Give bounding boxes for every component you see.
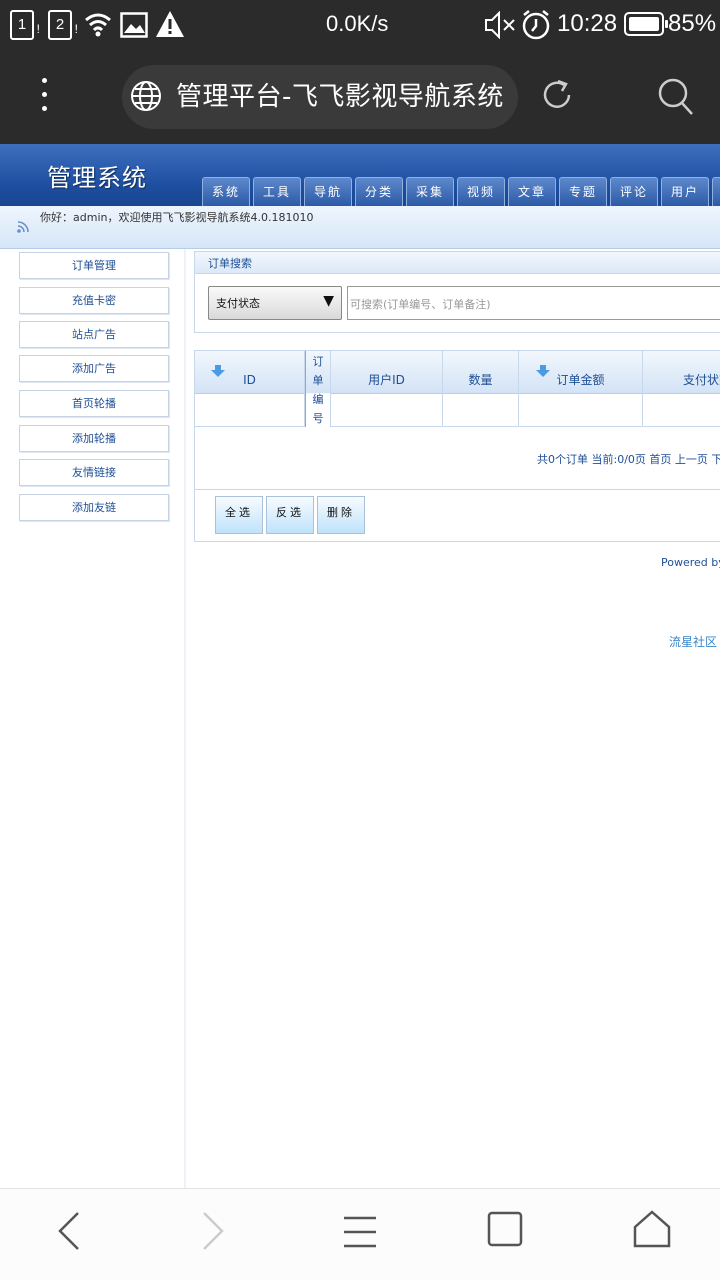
nav-tab-navigation[interactable]: 导航 [304,177,352,206]
nav-tab-comment[interactable]: 评论 [610,177,658,206]
sidebar: 订单管理 充值卡密 站点广告 添加广告 首页轮播 添加轮播 友情链接 添加友链 [0,249,186,1188]
mute-icon [485,11,515,39]
column-pay-status-label: 支付状态 [683,373,720,387]
sim-1-icon: 1 [10,10,40,42]
nav-tab-article[interactable]: 文章 [508,177,556,206]
network-speed: 0.0K/s [326,11,389,36]
sidebar-item-order-management[interactable]: 订单管理 [19,252,169,279]
delete-button[interactable]: 删除 [317,496,365,534]
home-icon[interactable] [632,1209,672,1249]
rss-icon [17,221,29,233]
nav-tab-more[interactable] [712,177,720,206]
column-quantity[interactable]: 数量 [443,351,519,394]
app-logo: 管理系统 [47,164,147,192]
table-row [195,394,720,427]
sidebar-item-add-carousel[interactable]: 添加轮播 [19,425,169,452]
table-cell [443,394,519,427]
order-table-panel: ID 订单编号 用户ID 数量 订单金额 支付状态 共0个订单 当前:0/0页 … [194,350,720,542]
alarm-icon [522,10,550,40]
sidebar-item-friend-links[interactable]: 友情链接 [19,459,169,486]
nav-tab-category[interactable]: 分类 [355,177,403,206]
image-icon [120,12,148,38]
column-pay-status[interactable]: 支付状态 [643,351,720,394]
divider [195,489,720,490]
welcome-text: 你好：admin，欢迎使用飞飞影视导航系统4.0.181010 [40,211,314,224]
menu-dots-icon[interactable] [34,78,54,116]
nav-tab-collect[interactable]: 采集 [406,177,454,206]
sidebar-item-add-ad[interactable]: 添加广告 [19,355,169,382]
pay-status-select[interactable]: 支付状态 ▼ [208,286,342,320]
pagination[interactable]: 共0个订单 当前:0/0页 首页 上一页 下一 [537,451,720,467]
search-icon[interactable] [656,76,696,118]
order-table-header: ID 订单编号 用户ID 数量 订单金额 支付状态 [195,351,720,427]
table-cell [519,394,643,427]
bottom-navigation [0,1188,720,1280]
select-all-button[interactable]: 全选 [215,496,263,534]
wifi-icon [85,13,111,37]
clock: 10:28 [557,10,618,37]
pay-status-value: 支付状态 [216,297,260,310]
column-order-no[interactable]: 订单编号 [305,351,331,427]
sidebar-item-add-friend-link[interactable]: 添加友链 [19,494,169,521]
column-quantity-label: 数量 [468,373,493,387]
footer-link[interactable]: 流星社区 [669,633,717,650]
column-user-id-label: 用户ID [368,373,405,387]
reload-icon[interactable] [539,77,575,113]
sidebar-item-home-carousel[interactable]: 首页轮播 [19,390,169,417]
table-cell [195,394,305,427]
welcome-bar: 你好：admin，欢迎使用飞飞影视导航系统4.0.181010 [0,206,720,249]
column-amount[interactable]: 订单金额 [519,351,643,394]
menu-icon[interactable] [342,1215,378,1249]
browser-toolbar: 管理平台-飞飞影视导航系统 [0,50,720,144]
battery-percent: 85% [668,10,717,37]
battery-icon [624,12,668,36]
chevron-down-icon: ▼ [323,293,334,309]
invert-selection-button[interactable]: 反选 [266,496,314,534]
table-cell [331,394,443,427]
column-order-no-label: 订单编号 [312,355,324,425]
sidebar-item-site-ads[interactable]: 站点广告 [19,321,169,348]
powered-by-text: Powered by [661,556,720,569]
page-title[interactable]: 管理平台-飞飞影视导航系统 [176,76,504,113]
sim-2-icon: 2 [48,10,78,42]
order-search-panel: 订单搜索 支付状态 ▼ 可搜索(订单编号、订单备注) [194,251,720,333]
order-search-title: 订单搜索 [195,252,720,274]
nav-tab-topic[interactable]: 专题 [559,177,607,206]
nav-tab-user[interactable]: 用户 [661,177,709,206]
column-amount-label: 订单金额 [556,373,605,387]
column-user-id[interactable]: 用户ID [331,351,443,394]
column-id[interactable]: ID [195,351,305,394]
alert-icon [156,11,184,37]
nav-tab-system[interactable]: 系统 [202,177,250,206]
globe-icon [131,81,161,111]
sidebar-item-recharge-cards[interactable]: 充值卡密 [19,287,169,314]
order-search-input[interactable]: 可搜索(订单编号、订单备注) [347,286,720,320]
nav-tab-video[interactable]: 视频 [457,177,505,206]
nav-tab-tools[interactable]: 工具 [253,177,301,206]
tabs-icon[interactable] [487,1211,525,1249]
status-bar: 1 2 0.0K/s 10:28 85% [0,0,720,50]
column-id-label: ID [243,373,256,387]
app-header: 管理系统 系统 工具 导航 分类 采集 视频 文章 专题 评论 用户 [0,144,720,206]
forward-icon[interactable] [198,1209,230,1253]
back-icon[interactable] [52,1209,84,1253]
